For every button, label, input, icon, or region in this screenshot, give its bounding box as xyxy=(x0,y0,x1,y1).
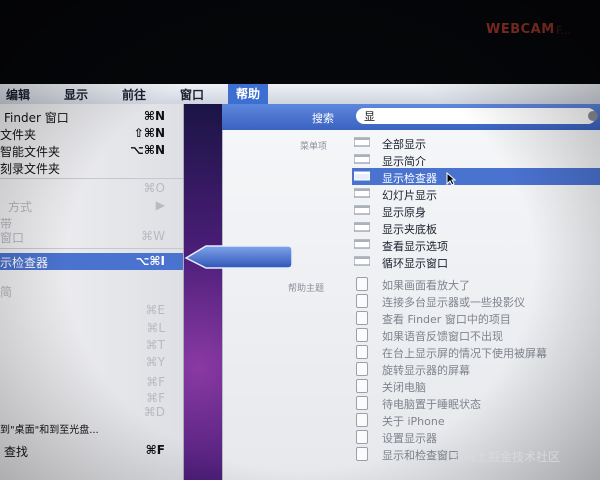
help-topic-item[interactable]: 如果语音反馈窗口不出现 xyxy=(352,326,600,343)
menu-result-icon xyxy=(354,154,370,164)
webcam-overlay-tail: F... xyxy=(556,24,572,37)
menu-item-burn-to-disc[interactable]: 到"桌面"和到至光盘... xyxy=(0,420,183,437)
help-result-show-all[interactable]: 全部显示 xyxy=(352,134,600,151)
webcam-overlay-text: WEBCAM xyxy=(486,22,555,37)
background-dark xyxy=(0,0,600,84)
menu-result-icon xyxy=(354,205,370,215)
menu-result-icon xyxy=(354,171,370,181)
help-topic-item[interactable]: 设置显示器 xyxy=(352,428,600,445)
help-result-cycle-windows[interactable]: 循环显示窗口 xyxy=(352,253,600,270)
menu-result-icon xyxy=(354,137,370,147)
menu-item-dim[interactable]: ⌘F xyxy=(0,374,183,391)
file-menu-dropdown: Finder 窗口 ⌘N 文件夹 ⇧⌘N 智能文件夹 ⌥⌘N 刻录文件夹 ⌘O 方式 ▶… xyxy=(0,104,184,480)
watermark-text: @稀土掘金技术社区 xyxy=(452,450,561,464)
menu-item-find[interactable]: 查找 ⌘F xyxy=(0,442,183,459)
help-topic-item[interactable]: 待电脑置于睡眠状态 xyxy=(352,394,600,411)
help-document-icon xyxy=(356,379,368,393)
help-topic-item[interactable]: 旋转显示器的屏幕 xyxy=(352,360,600,377)
help-document-icon xyxy=(356,396,368,410)
menu-bar: 编辑 显示 前往 窗口 帮助 xyxy=(0,84,600,105)
menu-item-compress[interactable]: 简 xyxy=(0,282,183,299)
menu-item-dim[interactable]: ⌘D xyxy=(0,404,183,421)
help-topic-item[interactable]: 连接多台显示器或一些投影仪 xyxy=(352,292,600,309)
help-search-label: 搜索 xyxy=(312,112,334,125)
menu-item-new-smart-folder[interactable]: 智能文件夹 ⌥⌘N xyxy=(0,142,183,159)
menu-result-icon xyxy=(354,222,370,232)
help-result-show-original[interactable]: 显示原身 xyxy=(352,202,600,219)
menu-item-dim[interactable]: ⌘T xyxy=(0,337,183,354)
help-result-show-inspector[interactable]: 显示检查器 xyxy=(352,168,600,186)
help-topics-section-label: 帮助主题 xyxy=(288,284,325,294)
menu-item-dim[interactable]: ⌘E xyxy=(0,302,183,319)
menu-window[interactable]: 窗口 xyxy=(180,86,204,103)
menu-view[interactable]: 显示 xyxy=(64,86,88,103)
clear-search-icon[interactable] xyxy=(588,111,598,121)
help-result-show-folder-base[interactable]: 显示夹底板 xyxy=(352,219,600,236)
help-document-icon xyxy=(356,277,368,291)
menu-item-open[interactable]: ⌘O xyxy=(0,180,183,197)
menu-separator xyxy=(0,248,183,249)
menu-result-icon xyxy=(354,239,370,249)
help-topic-item[interactable]: 关于 iPhone xyxy=(352,411,600,428)
menu-item-open-with[interactable]: 方式 ▶ xyxy=(0,197,183,214)
help-document-icon xyxy=(356,362,368,376)
menu-edit[interactable]: 编辑 xyxy=(6,86,30,103)
help-document-icon xyxy=(356,447,368,461)
menu-item-close-window[interactable]: 窗口 ⌘W xyxy=(0,228,183,245)
menu-separator xyxy=(0,178,183,179)
menu-items-section-label: 菜单项 xyxy=(300,142,328,152)
help-topic-item[interactable]: 查看 Finder 窗口中的项目 xyxy=(352,309,600,326)
menu-go[interactable]: 前往 xyxy=(122,86,146,103)
menu-item-new-finder-window[interactable]: Finder 窗口 ⌘N xyxy=(0,108,183,125)
help-pointer-arrow-icon xyxy=(184,245,293,269)
help-document-icon xyxy=(356,294,368,308)
help-document-icon xyxy=(356,413,368,427)
help-result-slideshow[interactable]: 幻灯片显示 xyxy=(352,185,600,202)
help-document-icon xyxy=(356,328,368,342)
help-topic-item[interactable]: 关闭电脑 xyxy=(352,377,600,394)
menu-result-icon xyxy=(354,256,370,266)
menu-item-dim[interactable]: ⌘L xyxy=(0,320,183,337)
help-document-icon xyxy=(356,430,368,444)
menu-help[interactable]: 帮助 xyxy=(228,84,269,104)
help-search-input[interactable] xyxy=(356,108,596,124)
menu-item-dim[interactable]: ⌘Y xyxy=(0,354,183,371)
menu-item-show-inspector[interactable]: 示检查器 ⌥⌘I xyxy=(0,253,183,270)
help-document-icon xyxy=(356,311,368,325)
help-result-view-options[interactable]: 查看显示选项 xyxy=(352,236,600,253)
mouse-pointer-icon xyxy=(446,172,456,186)
menu-result-icon xyxy=(354,188,370,198)
help-document-icon xyxy=(356,345,368,359)
help-topic-item[interactable]: 如果画面看放大了 xyxy=(352,275,600,292)
menu-item-new-folder[interactable]: 文件夹 ⇧⌘N xyxy=(0,125,183,142)
help-result-get-info[interactable]: 显示简介 xyxy=(352,151,600,168)
menu-item-new-burn-folder[interactable]: 刻录文件夹 xyxy=(0,159,183,176)
help-topic-item[interactable]: 在台上显示屏的情况下使用被屏幕 xyxy=(352,343,600,360)
